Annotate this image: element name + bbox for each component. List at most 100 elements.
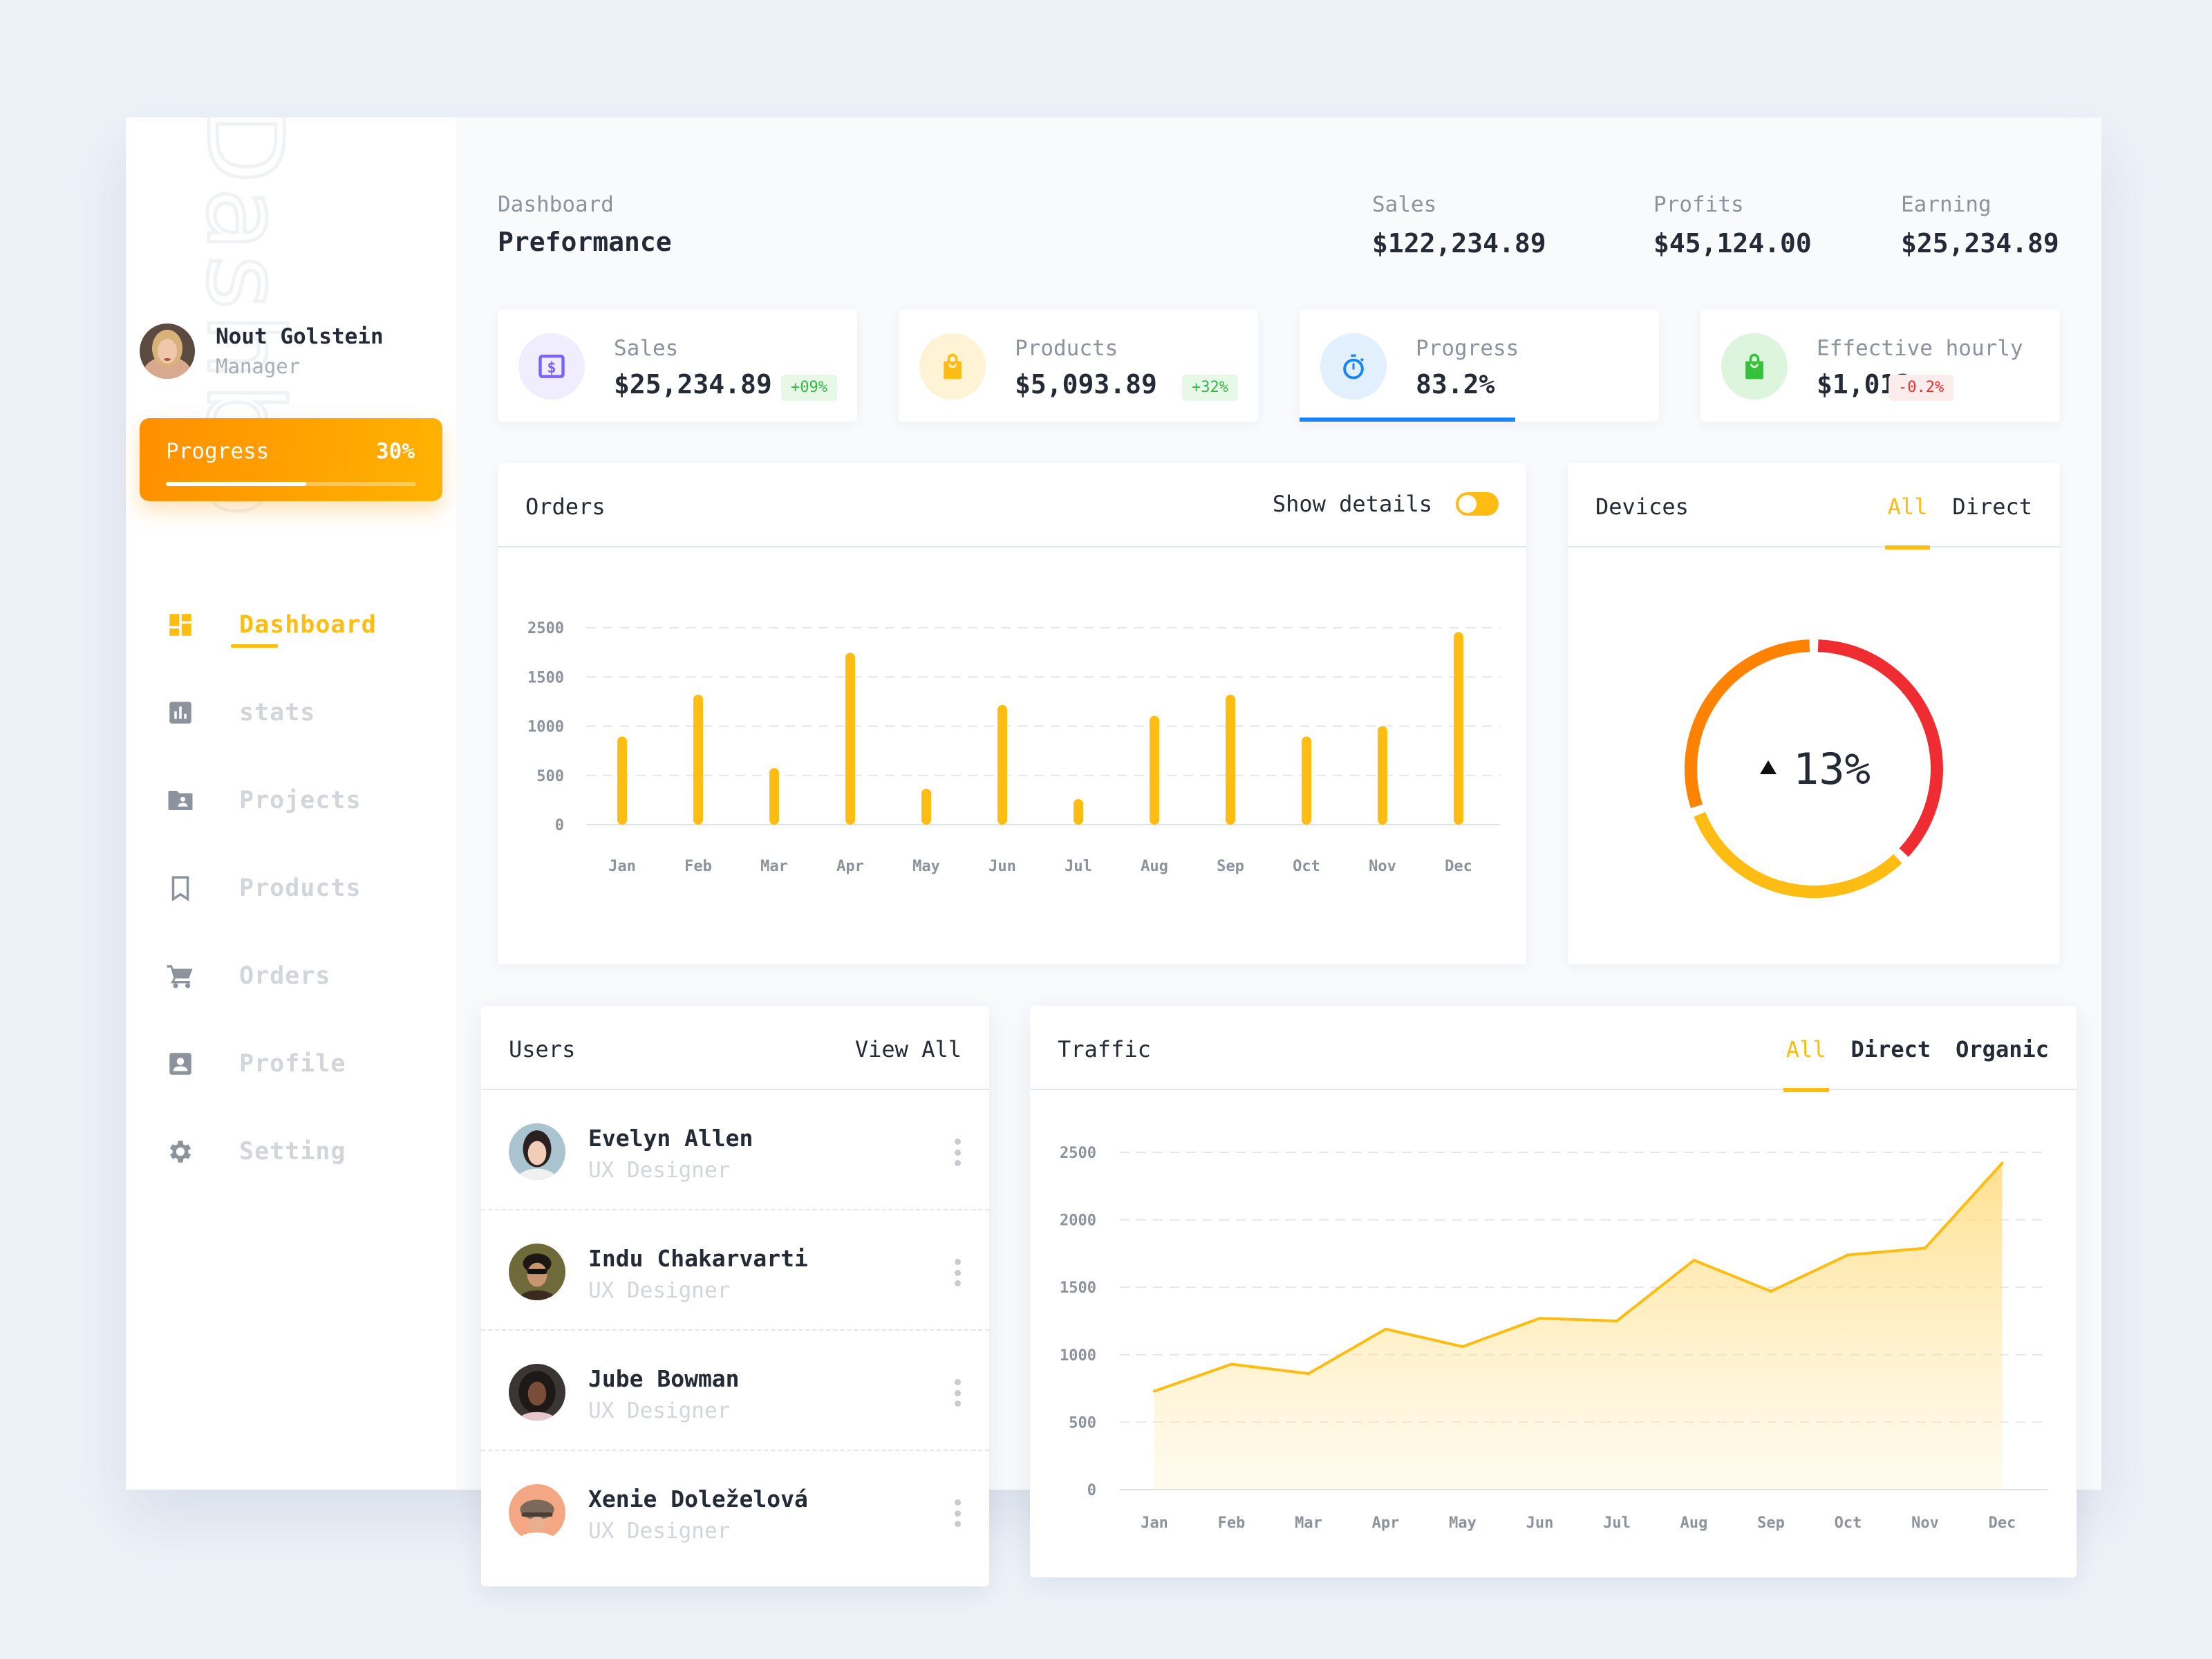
x-tick-label: Oct xyxy=(1293,858,1320,875)
trend-badge: +32% xyxy=(1182,375,1238,401)
more-options-icon[interactable] xyxy=(950,1499,964,1527)
stat-card-products[interactable]: Products $5,093.89 +32% xyxy=(899,310,1258,422)
x-tick-label: Nov xyxy=(1911,1515,1939,1532)
y-tick-label: 1500 xyxy=(1060,1280,1096,1297)
bar-dec xyxy=(1454,632,1463,825)
y-tick-label: 500 xyxy=(1069,1414,1096,1432)
stat-value: $25,234.89 xyxy=(614,369,772,400)
trend-badge: -0.2% xyxy=(1888,375,1954,401)
stat-card-progress[interactable]: Progress 83.2% xyxy=(1300,310,1659,422)
user-role: UX Designer xyxy=(588,1519,731,1544)
stat-card-sales[interactable]: $ Sales $25,234.89 +09% xyxy=(498,310,857,422)
list-item[interactable]: Indu Chakarvarti UX Designer xyxy=(481,1210,989,1331)
bar-oct xyxy=(1302,736,1311,825)
user-name: Jube Bowman xyxy=(588,1365,740,1392)
more-options-icon[interactable] xyxy=(950,1379,964,1407)
avatar xyxy=(509,1244,565,1300)
profile-card-icon xyxy=(163,1047,198,1081)
x-tick-label: Aug xyxy=(1680,1515,1708,1532)
users-title: Users xyxy=(509,1036,576,1062)
avatar xyxy=(509,1364,565,1421)
sidebar-item-orders[interactable]: Orders xyxy=(163,932,377,1020)
sidebar-item-profile[interactable]: Profile xyxy=(163,1020,377,1107)
user-name: Indu Chakarvarti xyxy=(588,1245,808,1272)
bar-aug xyxy=(1150,715,1159,825)
progress-label: Progress xyxy=(166,439,270,464)
sidebar-item-stats[interactable]: stats xyxy=(163,668,377,756)
x-tick-label: Jun xyxy=(988,858,1016,875)
y-tick-label: 2500 xyxy=(1060,1145,1096,1162)
header-stat-value: $45,124.00 xyxy=(1653,228,1812,259)
x-tick-label: Apr xyxy=(836,858,864,875)
list-item[interactable]: Jube Bowman UX Designer xyxy=(481,1331,989,1451)
progress-value: 30% xyxy=(376,439,415,464)
sidebar-item-projects[interactable]: Projects xyxy=(163,756,377,844)
progress-bar xyxy=(1300,418,1515,422)
sidebar-item-label: stats xyxy=(239,698,316,727)
page-title: Preformance xyxy=(498,227,672,257)
bar-jul xyxy=(1074,798,1083,825)
x-tick-label: Oct xyxy=(1835,1515,1862,1532)
bar-sep xyxy=(1226,694,1235,825)
traffic-chart: 0 500 1000 1500 2000 2500 Jan Feb Mar Apr May Jun Ju… xyxy=(1060,1145,2047,1532)
avatar xyxy=(509,1484,565,1541)
user-name: Nout Golstein xyxy=(216,324,384,349)
stat-card-effective-hourly[interactable]: Effective hourly $1,012 -0.2% xyxy=(1700,310,2060,422)
point-mar xyxy=(1307,1372,1310,1376)
sidebar-item-setting[interactable]: Setting xyxy=(163,1107,377,1195)
stat-value: 83.2% xyxy=(1416,369,1495,400)
shopping-bag-icon xyxy=(1721,333,1788,400)
user-role: Manager xyxy=(216,355,301,378)
orders-card: Orders Show details 0 500 1000 1500 2500 Jan F… xyxy=(498,463,1526,964)
devices-donut-chart: 13% xyxy=(1685,639,1943,898)
segment-yellow xyxy=(1694,812,1902,898)
sidebar-item-label: Setting xyxy=(239,1137,346,1165)
x-tick-label: Jun xyxy=(1526,1515,1554,1532)
y-tick-label: 2500 xyxy=(527,620,564,637)
sidebar-progress-card: Progress 30% xyxy=(140,418,442,501)
x-tick-label: Sep xyxy=(1757,1515,1785,1532)
dashboard-icon xyxy=(163,608,198,642)
user-role: UX Designer xyxy=(588,1278,731,1303)
stat-label: Sales xyxy=(614,336,679,361)
y-tick-label: 0 xyxy=(555,817,564,834)
shopping-bag-icon xyxy=(919,333,986,400)
more-options-icon[interactable] xyxy=(950,1138,964,1166)
list-item[interactable]: Xenie Doleželová UX Designer xyxy=(481,1451,989,1571)
header-stat-label: Earning xyxy=(1901,192,1991,217)
sidebar-item-dashboard[interactable]: Dashboard xyxy=(163,581,377,668)
stat-label: Products xyxy=(1015,336,1118,361)
users-card: Users View All Evelyn Allen UX Designer … xyxy=(481,1006,989,1586)
point-apr xyxy=(1384,1327,1387,1331)
x-tick-label: Sep xyxy=(1217,858,1244,875)
user-profile[interactable]: Nout Golstein Manager xyxy=(140,324,384,379)
point-jan xyxy=(1153,1389,1156,1393)
header-stat-profits: Profits $45,124.00 xyxy=(1653,192,1812,259)
bookmark-icon xyxy=(163,871,198,906)
point-jul xyxy=(1615,1320,1618,1322)
user-name: Xenie Doleželová xyxy=(588,1485,808,1512)
bar-feb xyxy=(693,694,703,825)
gear-icon xyxy=(163,1134,198,1169)
stopwatch-icon xyxy=(1320,333,1387,400)
stat-label: Effective hourly xyxy=(1817,336,2023,361)
breadcrumb[interactable]: Dashboard xyxy=(498,192,614,217)
x-tick-label: Dec xyxy=(1445,858,1472,875)
more-options-icon[interactable] xyxy=(950,1259,964,1286)
x-tick-label: Jul xyxy=(1065,858,1092,875)
trend-up-icon xyxy=(1760,760,1777,774)
devices-card: Devices All Direct 13% xyxy=(1568,463,2060,964)
sidebar-nav: Dashboard stats Projects Products Orders… xyxy=(163,581,377,1195)
y-tick-label: 0 xyxy=(1087,1482,1096,1499)
orders-chart: 0 500 1000 1500 2500 Jan Feb Mar Apr May Jun Jul Aug… xyxy=(527,620,1500,875)
donut-center-value: 13% xyxy=(1793,744,1871,794)
list-item[interactable]: Evelyn Allen UX Designer xyxy=(481,1090,989,1210)
x-tick-label: Nov xyxy=(1369,858,1396,875)
sidebar-item-products[interactable]: Products xyxy=(163,844,377,932)
point-aug xyxy=(1692,1259,1696,1262)
view-all-link[interactable]: View All xyxy=(855,1036,962,1062)
sidebar-item-label: Dashboard xyxy=(239,610,377,639)
sidebar-item-label: Orders xyxy=(239,962,331,990)
header-stat-label: Sales xyxy=(1372,192,1437,217)
dollar-bill-icon: $ xyxy=(518,333,585,400)
